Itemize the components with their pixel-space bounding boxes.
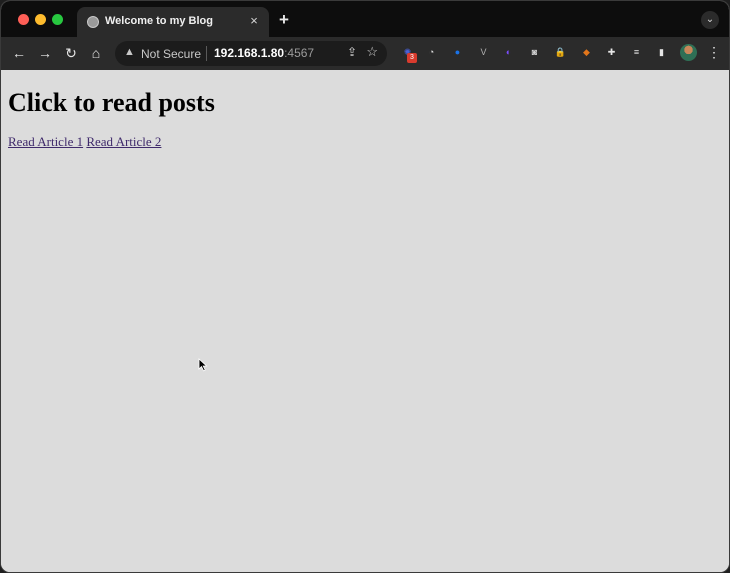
bookmark-star-icon[interactable]: ☆ (366, 44, 378, 60)
forward-icon[interactable]: → (36, 44, 54, 62)
side-panel-icon[interactable]: ▮ (654, 45, 669, 60)
address-bar[interactable]: ▲ Not Secure 192.168.1.80:4567 ⇪ ☆ (115, 41, 387, 66)
page-content: Click to read posts Read Article 1 Read … (1, 70, 729, 572)
security-label[interactable]: Not Secure (141, 47, 201, 61)
close-tab-icon[interactable]: × (247, 13, 261, 29)
share-icon[interactable]: ⇪ (347, 45, 357, 59)
browser-toolbar: ← → ↻ ⌂ ▲ Not Secure 192.168.1.80:4567 ⇪… (1, 37, 729, 70)
profile-avatar[interactable] (680, 44, 697, 61)
close-window-button[interactable] (18, 14, 29, 25)
extension-camera-icon[interactable]: ◙ (527, 45, 542, 60)
extension-lock-icon[interactable]: 🔒 (553, 45, 568, 60)
url-host: 192.168.1.80 (214, 46, 285, 60)
new-tab-button[interactable]: + (279, 11, 289, 29)
extensions-puzzle-icon[interactable]: ✚ (604, 45, 619, 60)
extension-purple-icon[interactable]: ◐ (501, 45, 516, 60)
read-article-1-link[interactable]: Read Article 1 (8, 134, 83, 149)
back-icon[interactable]: ← (10, 44, 28, 62)
warning-icon[interactable]: ▲ (124, 46, 135, 58)
tab-title: Welcome to my Blog (105, 15, 213, 27)
reading-list-icon[interactable]: ≡ (629, 45, 644, 60)
extension-v-icon[interactable]: V (476, 45, 491, 60)
more-menu-icon[interactable]: ⋮ (707, 43, 721, 61)
url-port: :4567 (284, 46, 315, 60)
page-title: Click to read posts (8, 88, 215, 117)
tab-active[interactable]: Welcome to my Blog × (77, 7, 269, 37)
article-links: Read Article 1 Read Article 2 (8, 134, 161, 150)
mouse-cursor-icon (198, 358, 208, 372)
url-text[interactable]: 192.168.1.80:4567 (214, 46, 314, 60)
home-icon[interactable]: ⌂ (87, 44, 105, 62)
reload-icon[interactable]: ↻ (62, 44, 80, 62)
extension-gauge-icon[interactable]: ◔ (424, 45, 439, 60)
extension-blue-circle-icon[interactable]: ● (450, 45, 465, 60)
extension-badge: 3 (407, 53, 417, 63)
tab-strip: Welcome to my Blog × + ⌄ (1, 1, 729, 37)
maximize-window-button[interactable] (52, 14, 63, 25)
browser-window: Welcome to my Blog × + ⌄ ← → ↻ ⌂ ▲ Not S… (0, 0, 730, 573)
minimize-window-button[interactable] (35, 14, 46, 25)
read-article-2-link[interactable]: Read Article 2 (86, 134, 161, 149)
divider (206, 46, 207, 61)
globe-icon (87, 16, 99, 28)
extension-fox-icon[interactable]: ◆ (579, 45, 594, 60)
tab-search-button[interactable]: ⌄ (701, 11, 719, 29)
